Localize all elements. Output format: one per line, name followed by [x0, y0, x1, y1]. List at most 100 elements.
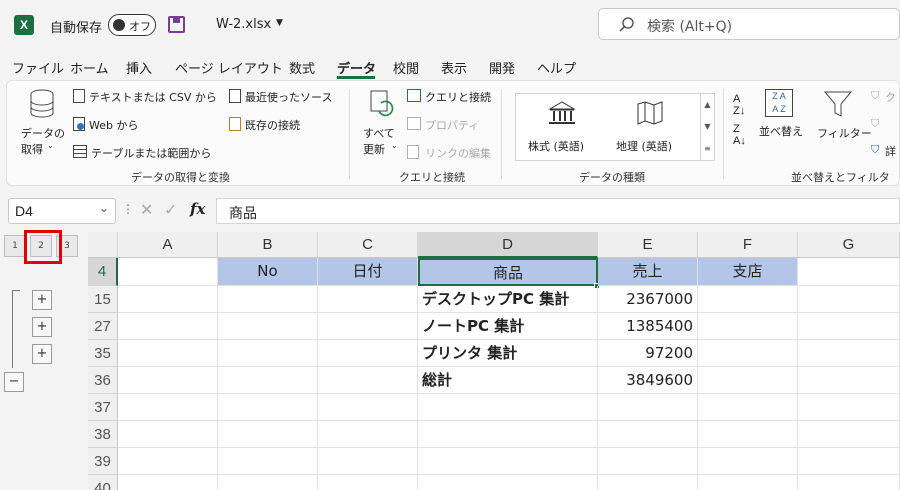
cell[interactable] — [798, 367, 900, 394]
sort-ascending-button[interactable]: A Z↓ — [733, 93, 745, 117]
subtotal-value-cell[interactable]: 2367000 — [598, 286, 698, 313]
column-header-d[interactable]: D — [418, 232, 598, 258]
cell[interactable] — [218, 367, 318, 394]
sort-descending-button[interactable]: Z A↓ — [733, 123, 746, 147]
cell[interactable] — [218, 475, 318, 490]
subtotal-label-cell[interactable]: デスクトップPC 集計 — [418, 286, 598, 313]
row-header[interactable]: 38 — [88, 421, 118, 448]
filter-button[interactable]: フィルター — [815, 89, 872, 149]
cell[interactable] — [598, 448, 698, 475]
row-header[interactable]: 40 — [88, 475, 118, 490]
cell[interactable] — [418, 475, 598, 490]
column-header-b[interactable]: B — [218, 232, 318, 258]
subtotal-value-cell[interactable]: 1385400 — [598, 313, 698, 340]
menu-view[interactable]: 表示 — [441, 58, 467, 77]
outline-level-1-button[interactable]: 1 — [4, 235, 26, 257]
geography-button[interactable]: 地理 (英語) — [610, 98, 690, 156]
cell-e4[interactable]: 売上 — [598, 258, 698, 286]
file-menu-caret-icon[interactable]: ▼ — [276, 18, 283, 28]
cell[interactable] — [218, 340, 318, 367]
subtotal-value-cell[interactable]: 97200 — [598, 340, 698, 367]
cell-f4[interactable]: 支店 — [698, 258, 798, 286]
column-header-f[interactable]: F — [698, 232, 798, 258]
name-box[interactable]: D4 ⌄ — [8, 198, 116, 224]
expand-group-button[interactable]: + — [32, 290, 52, 310]
cell[interactable] — [218, 313, 318, 340]
cell[interactable] — [698, 448, 798, 475]
subtotal-label-cell[interactable]: プリンタ 集計 — [418, 340, 598, 367]
cell[interactable] — [118, 286, 218, 313]
cell[interactable] — [318, 475, 418, 490]
cell[interactable] — [218, 394, 318, 421]
formula-input[interactable]: 商品 — [216, 198, 900, 224]
expand-group-button[interactable]: + — [32, 344, 52, 364]
cell[interactable] — [118, 340, 218, 367]
cell-d4-selected[interactable]: 商品 — [418, 258, 598, 286]
cell[interactable] — [798, 340, 900, 367]
cell[interactable] — [118, 475, 218, 490]
cell[interactable] — [418, 394, 598, 421]
cell[interactable] — [318, 367, 418, 394]
row-header[interactable]: 27 — [88, 313, 118, 340]
save-icon[interactable] — [168, 16, 185, 33]
menu-review[interactable]: 校閲 — [393, 58, 419, 77]
cell[interactable] — [598, 394, 698, 421]
cell-a4[interactable] — [118, 258, 218, 286]
cell[interactable] — [418, 421, 598, 448]
cell[interactable] — [318, 394, 418, 421]
cell[interactable] — [218, 286, 318, 313]
cell[interactable] — [318, 421, 418, 448]
row-header[interactable]: 15 — [88, 286, 118, 313]
grand-total-label-cell[interactable]: 総計 — [418, 367, 598, 394]
select-all-corner[interactable] — [88, 232, 118, 258]
column-header-c[interactable]: C — [318, 232, 418, 258]
cell[interactable] — [798, 448, 900, 475]
cell[interactable] — [118, 367, 218, 394]
cell[interactable] — [798, 421, 900, 448]
cell[interactable] — [218, 448, 318, 475]
cell[interactable] — [118, 421, 218, 448]
cell[interactable] — [698, 313, 798, 340]
cell[interactable] — [318, 286, 418, 313]
expand-group-button[interactable]: + — [32, 317, 52, 337]
cell[interactable] — [698, 475, 798, 490]
sort-button[interactable]: Z AA Z 並べ替え — [759, 89, 807, 149]
cell[interactable] — [118, 448, 218, 475]
grand-total-value-cell[interactable]: 3849600 — [598, 367, 698, 394]
collapse-group-button[interactable]: − — [4, 372, 24, 392]
cell[interactable] — [598, 421, 698, 448]
cell[interactable] — [318, 340, 418, 367]
cancel-icon[interactable]: ✕ — [140, 200, 153, 219]
cell[interactable] — [698, 394, 798, 421]
menu-formulas[interactable]: 数式 — [289, 58, 315, 77]
cell[interactable] — [698, 367, 798, 394]
cell[interactable] — [698, 286, 798, 313]
search-box[interactable]: 検索 (Alt+Q) — [598, 8, 900, 40]
stocks-button[interactable]: 株式 (英語) — [522, 98, 602, 156]
file-name[interactable]: W-2.xlsx — [216, 17, 271, 32]
cell-g4[interactable] — [798, 258, 900, 286]
cell[interactable] — [118, 394, 218, 421]
row-header[interactable]: 36 — [88, 367, 118, 394]
cell[interactable] — [698, 421, 798, 448]
cell[interactable] — [118, 313, 218, 340]
cell[interactable] — [418, 448, 598, 475]
enter-icon[interactable]: ✓ — [164, 200, 177, 219]
menu-home[interactable]: ホーム — [70, 58, 109, 77]
cell[interactable] — [218, 421, 318, 448]
cell[interactable] — [798, 286, 900, 313]
menu-page-layout[interactable]: ページ レイアウト — [175, 58, 283, 77]
cell[interactable] — [598, 475, 698, 490]
cell[interactable] — [798, 313, 900, 340]
cell[interactable] — [798, 394, 900, 421]
row-header[interactable]: 37 — [88, 394, 118, 421]
row-header[interactable]: 35 — [88, 340, 118, 367]
row-header[interactable]: 39 — [88, 448, 118, 475]
menu-help[interactable]: ヘルプ — [537, 58, 576, 77]
menu-developer[interactable]: 開発 — [489, 58, 515, 77]
cell[interactable] — [798, 475, 900, 490]
menu-file[interactable]: ファイル — [12, 58, 64, 77]
insert-function-icon[interactable]: fx — [190, 200, 205, 218]
cell[interactable] — [318, 448, 418, 475]
cell-b4[interactable]: No — [218, 258, 318, 286]
